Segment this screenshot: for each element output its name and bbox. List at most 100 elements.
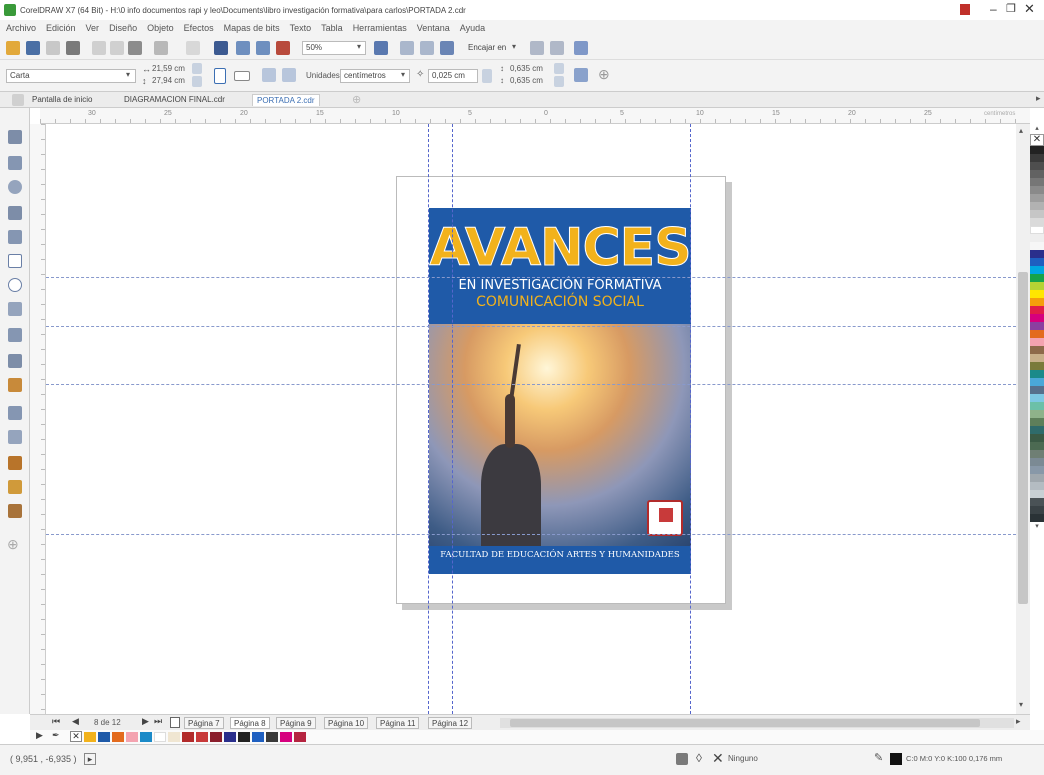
paper-type-chevron-icon[interactable]: ▾ (126, 70, 130, 79)
tab-portada-2[interactable]: PORTADA 2.cdr (252, 94, 320, 106)
units-select[interactable]: centímetros (340, 69, 410, 83)
doc-swatch-2[interactable] (98, 732, 110, 742)
swatch-gray-40[interactable] (1030, 194, 1044, 202)
page-height-value[interactable]: 27,94 cm (152, 76, 185, 85)
doc-swatch-13[interactable] (252, 732, 264, 742)
page-width-value[interactable]: 21,59 cm (152, 64, 185, 73)
height-stepper-icon[interactable] (192, 76, 202, 87)
import-icon[interactable] (236, 41, 250, 55)
pick-tool-icon[interactable] (8, 130, 22, 144)
swatch-ash[interactable] (1030, 474, 1044, 482)
menu-texto[interactable]: Texto (290, 23, 312, 33)
show-guidelines-icon[interactable] (440, 41, 454, 55)
scrollbar-thumb[interactable] (1018, 272, 1028, 604)
save-icon[interactable] (46, 41, 60, 55)
swatch-light-blue[interactable] (1030, 394, 1044, 402)
page-tab-11[interactable]: Página 11 (376, 717, 420, 729)
page-tab-9[interactable]: Página 9 (276, 717, 316, 729)
menu-efectos[interactable]: Efectos (184, 23, 214, 33)
swatch-brown[interactable] (1030, 346, 1044, 354)
horizontal-ruler[interactable]: 30 25 20 15 10 5 0 5 10 15 20 25 centíme… (40, 108, 1030, 124)
search-content-icon[interactable] (214, 41, 228, 55)
swatch-gray-10[interactable] (1030, 218, 1044, 226)
menu-tabla[interactable]: Tabla (321, 23, 343, 33)
menu-edicion[interactable]: Edición (46, 23, 76, 33)
add-tool-icon[interactable]: ⊕ (7, 536, 19, 553)
swatch-forest[interactable] (1030, 442, 1044, 450)
swatch-teal[interactable] (1030, 370, 1044, 378)
drop-shadow-tool-icon[interactable] (8, 406, 22, 420)
ellipse-tool-icon[interactable] (8, 278, 22, 292)
scroll-up-icon[interactable]: ▴ (1019, 126, 1023, 135)
swatch-dark-slate[interactable] (1030, 506, 1044, 514)
guideline-vertical[interactable] (452, 124, 453, 714)
new-tab-icon[interactable]: ⊕ (352, 93, 361, 106)
show-rulers-icon[interactable] (400, 41, 414, 55)
guideline-horizontal[interactable] (46, 384, 1016, 385)
restore-icon[interactable]: ❐ (1006, 2, 1016, 15)
publish-pdf-icon[interactable] (276, 41, 290, 55)
menu-ventana[interactable]: Ventana (417, 23, 450, 33)
parallel-dimension-tool-icon[interactable] (8, 354, 22, 368)
tab-diagramacion-final[interactable]: DIAGRAMACION FINAL.cdr (120, 94, 229, 106)
swatch-gray-70[interactable] (1030, 170, 1044, 178)
paste-icon[interactable] (128, 41, 142, 55)
menu-ver[interactable]: Ver (86, 23, 100, 33)
duplicate-y-value[interactable]: 0,635 cm (510, 76, 543, 85)
redo-icon[interactable] (186, 41, 200, 55)
tab-welcome-screen[interactable]: Pantalla de inicio (28, 94, 96, 106)
tabs-scroll-right-icon[interactable]: ▸ (1036, 93, 1041, 104)
snap-chevron-icon[interactable]: ▾ (512, 42, 516, 51)
doc-swatch-16[interactable] (294, 732, 306, 742)
doc-swatch-7[interactable] (168, 732, 180, 742)
shape-tool-icon[interactable] (8, 156, 22, 170)
interactive-fill-tool-icon[interactable] (8, 480, 22, 494)
page-tab-7[interactable]: Página 7 (184, 717, 224, 729)
menu-objeto[interactable]: Objeto (147, 23, 174, 33)
swatch-yellow-green[interactable] (1030, 282, 1044, 290)
doc-swatch-5[interactable] (140, 732, 152, 742)
menu-ayuda[interactable]: Ayuda (460, 23, 485, 33)
swatch-dark-teal[interactable] (1030, 426, 1044, 434)
width-stepper-icon[interactable] (192, 63, 202, 74)
swatch-light-gray[interactable] (1030, 234, 1044, 242)
duplicate-x-value[interactable]: 0,635 cm (510, 64, 543, 73)
dup-x-stepper-icon[interactable] (554, 63, 564, 74)
scroll-right-icon[interactable]: ▸ (1016, 716, 1021, 727)
doc-swatch-15[interactable] (280, 732, 292, 742)
doc-swatch-6[interactable] (154, 732, 166, 742)
artistic-media-tool-icon[interactable] (8, 230, 22, 244)
eyedropper-icon[interactable]: ✒ (52, 730, 60, 741)
copy-icon[interactable] (110, 41, 124, 55)
doc-palette-arrow-icon[interactable]: ▶ (36, 730, 43, 741)
swatch-lighter-gray[interactable] (1030, 242, 1044, 250)
text-tool-icon[interactable] (8, 328, 22, 342)
tab-menu-icon[interactable] (12, 94, 24, 106)
open-icon[interactable] (26, 41, 40, 55)
doc-swatch-1[interactable] (84, 732, 96, 742)
swatch-blue[interactable] (1030, 258, 1044, 266)
menu-archivo[interactable]: Archivo (6, 23, 36, 33)
swatch-pale[interactable] (1030, 490, 1044, 498)
portrait-orientation-icon[interactable] (214, 68, 226, 84)
vertical-ruler[interactable] (30, 124, 46, 714)
application-launcher-icon[interactable] (550, 41, 564, 55)
color-eyedropper-tool-icon[interactable] (8, 456, 22, 470)
nudge-distance-field[interactable]: 0,025 cm (428, 69, 478, 83)
page-tab-8[interactable]: Página 8 (230, 717, 270, 729)
transparency-tool-icon[interactable] (8, 430, 22, 444)
swatch-gray-80[interactable] (1030, 162, 1044, 170)
zoom-tool-icon[interactable] (8, 180, 22, 194)
menu-herramientas[interactable]: Herramientas (353, 23, 407, 33)
swatch-gray-50[interactable] (1030, 186, 1044, 194)
swatch-gray-20[interactable] (1030, 210, 1044, 218)
menu-mapas-de-bits[interactable]: Mapas de bits (224, 23, 280, 33)
guideline-horizontal[interactable] (46, 534, 1016, 535)
all-pages-icon[interactable] (262, 68, 276, 82)
swatch-sage[interactable] (1030, 410, 1044, 418)
show-grid-icon[interactable] (420, 41, 434, 55)
options-icon[interactable] (530, 41, 544, 55)
drawing-canvas[interactable]: AVANCES EN INVESTIGACIÓN FORMATIVA COMUN… (46, 124, 1016, 714)
zoom-dropdown-chevron-icon[interactable]: ▾ (357, 42, 361, 51)
treat-as-filled-icon[interactable] (574, 68, 588, 82)
